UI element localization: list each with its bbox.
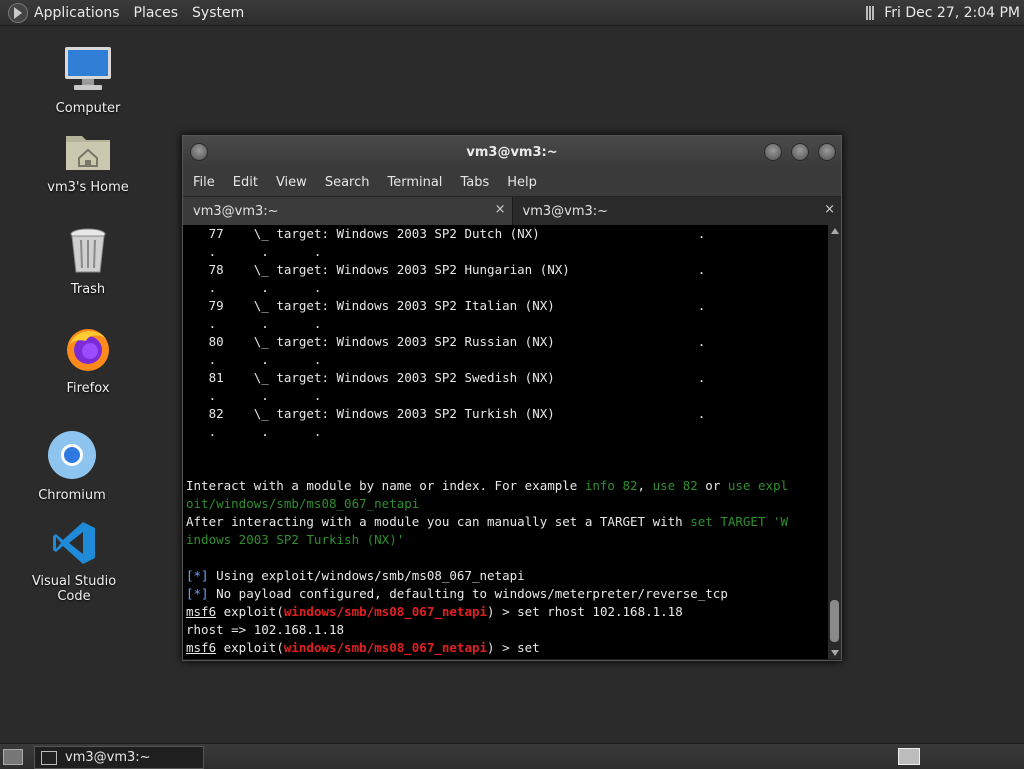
menu-applications[interactable]: Applications bbox=[34, 5, 120, 21]
window-titlebar[interactable]: vm3@vm3:~ bbox=[183, 136, 841, 168]
window-menubar: File Edit View Search Terminal Tabs Help bbox=[183, 168, 841, 196]
main-menu-logo-icon[interactable] bbox=[8, 2, 28, 23]
target-line: 82 \_ target: Windows 2003 SP2 Turkish (… bbox=[208, 406, 706, 421]
workspace-switcher[interactable] bbox=[898, 748, 920, 765]
menu-view[interactable]: View bbox=[276, 175, 307, 190]
minimize-button[interactable] bbox=[764, 143, 782, 161]
dots-line: . . . bbox=[186, 316, 322, 331]
close-button[interactable] bbox=[818, 143, 836, 161]
tab-close-icon[interactable]: × bbox=[495, 202, 506, 217]
scroll-up-icon[interactable] bbox=[831, 228, 839, 234]
scrollbar-thumb[interactable] bbox=[830, 600, 839, 642]
result-line: rhost => 102.168.1.18 bbox=[186, 622, 345, 637]
clock[interactable]: Fri Dec 27, 2:04 PM bbox=[884, 5, 1020, 21]
desktop-icon-label: Firefox bbox=[66, 381, 110, 396]
menu-edit[interactable]: Edit bbox=[233, 175, 258, 190]
desktop-icon-label: Visual Studio Code bbox=[31, 574, 117, 604]
desktop-icon-label: Trash bbox=[70, 282, 106, 297]
tab-close-icon[interactable]: × bbox=[824, 202, 835, 217]
desktop-icon-label: Chromium bbox=[38, 488, 106, 503]
menu-places[interactable]: Places bbox=[134, 5, 179, 21]
terminal-output[interactable]: 77 \_ target: Windows 2003 SP2 Dutch (NX… bbox=[183, 225, 830, 659]
scroll-down-icon[interactable] bbox=[831, 650, 839, 656]
dots-line: . . . bbox=[186, 388, 322, 403]
tab-2[interactable]: vm3@vm3:~ × bbox=[511, 197, 841, 225]
prompt-line-current[interactable]: msf6 exploit(windows/smb/ms08_067_netapi… bbox=[186, 639, 830, 657]
trash-icon bbox=[70, 228, 106, 273]
prompt-line: msf6 exploit(windows/smb/ms08_067_netapi… bbox=[186, 604, 683, 619]
desktop-icon-firefox[interactable]: Firefox bbox=[33, 325, 143, 396]
computer-icon bbox=[65, 47, 111, 90]
tab-label: vm3@vm3:~ bbox=[193, 203, 279, 219]
desktop-icon-trash[interactable]: Trash bbox=[33, 228, 143, 297]
target-line: 78 \_ target: Windows 2003 SP2 Hungarian… bbox=[208, 262, 706, 277]
menu-system[interactable]: System bbox=[192, 5, 244, 21]
chromium-icon bbox=[48, 431, 96, 479]
desktop-icon-label: Computer bbox=[55, 101, 121, 116]
window-menu-button[interactable] bbox=[190, 143, 208, 161]
target-line: 77 \_ target: Windows 2003 SP2 Dutch (NX… bbox=[208, 226, 706, 241]
after-line-wrap: indows 2003 SP2 Turkish (NX)' bbox=[186, 532, 405, 547]
taskbar-button-terminal[interactable]: vm3@vm3:~ bbox=[34, 746, 204, 769]
firefox-icon bbox=[67, 329, 109, 371]
terminal-scrollbar[interactable] bbox=[828, 225, 841, 659]
desktop-icon-chromium[interactable]: Chromium bbox=[17, 430, 127, 503]
desktop-icon-home[interactable]: vm3's Home bbox=[33, 128, 143, 195]
tab-1[interactable]: vm3@vm3:~ × bbox=[183, 197, 512, 225]
tab-label: vm3@vm3:~ bbox=[522, 203, 609, 219]
menu-file[interactable]: File bbox=[193, 175, 215, 190]
desktop-icon-computer[interactable]: Computer bbox=[33, 45, 143, 116]
vscode-icon bbox=[53, 522, 95, 564]
dots-line: . . . bbox=[186, 424, 322, 439]
interact-line-wrap: oit/windows/smb/ms08_067_netapi bbox=[186, 496, 420, 511]
dots-line: . . . bbox=[186, 352, 322, 367]
menu-tabs[interactable]: Tabs bbox=[460, 175, 489, 190]
target-line: 80 \_ target: Windows 2003 SP2 Russian (… bbox=[208, 334, 706, 349]
terminal-icon bbox=[41, 750, 57, 765]
target-line: 81 \_ target: Windows 2003 SP2 Swedish (… bbox=[208, 370, 706, 385]
tab-bar: vm3@vm3:~ × vm3@vm3:~ × bbox=[183, 196, 841, 226]
dots-line: . . . bbox=[186, 244, 322, 259]
desktop-icon-vscode[interactable]: Visual Studio Code bbox=[19, 520, 129, 604]
window-title: vm3@vm3:~ bbox=[466, 144, 558, 160]
dots-line: . . . bbox=[186, 280, 322, 295]
show-desktop-icon[interactable] bbox=[3, 749, 23, 765]
using-line: [*] Using exploit/windows/smb/ms08_067_n… bbox=[186, 568, 525, 583]
menu-help[interactable]: Help bbox=[507, 175, 537, 190]
desktop-icon-label: vm3's Home bbox=[47, 180, 129, 195]
panel-handle-icon bbox=[866, 5, 875, 20]
maximize-button[interactable] bbox=[791, 143, 809, 161]
terminal-window: vm3@vm3:~ File Edit View Search Terminal… bbox=[182, 135, 842, 661]
after-line: After interacting with a module you can … bbox=[186, 514, 789, 529]
target-line: 79 \_ target: Windows 2003 SP2 Italian (… bbox=[208, 298, 706, 313]
taskbar-label: vm3@vm3:~ bbox=[65, 750, 151, 765]
menu-search[interactable]: Search bbox=[325, 175, 370, 190]
interact-line: Interact with a module by name or index.… bbox=[186, 478, 789, 493]
bottom-panel: vm3@vm3:~ bbox=[0, 743, 1024, 769]
menu-terminal[interactable]: Terminal bbox=[387, 175, 442, 190]
home-folder-icon bbox=[66, 136, 110, 170]
payload-line: [*] No payload configured, defaulting to… bbox=[186, 586, 728, 601]
top-panel: Applications Places System Fri Dec 27, 2… bbox=[0, 0, 1024, 26]
